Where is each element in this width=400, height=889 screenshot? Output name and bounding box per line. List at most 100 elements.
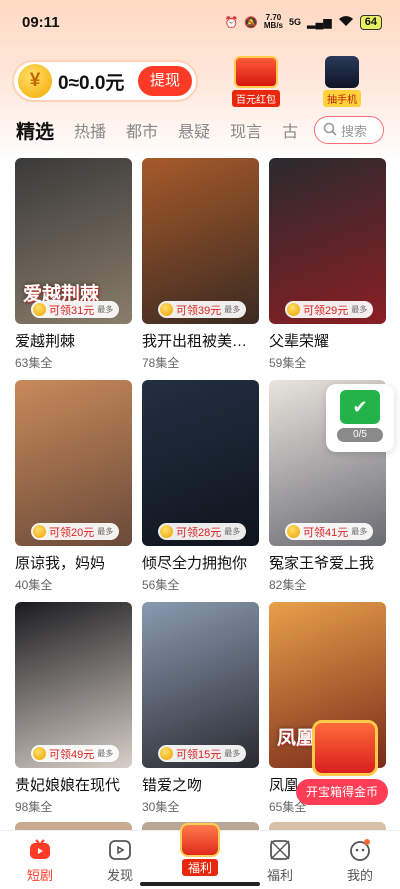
tab-urban[interactable]: 都市: [126, 118, 158, 142]
reward-badge: 可领39元 最多: [158, 301, 247, 318]
nav-label: 福利: [266, 868, 293, 883]
reward-badge: 可领20元 最多: [31, 523, 120, 540]
bottom-navigation: 短剧 发现 福利 福利 我的: [0, 823, 400, 889]
tab-hot[interactable]: 热播: [74, 118, 106, 142]
drama-cover[interactable]: 可领28元 最多: [142, 380, 259, 546]
coin-icon: [287, 525, 300, 538]
promo-phone[interactable]: 抽手机: [310, 56, 374, 108]
episode-count: 59集全: [269, 356, 307, 370]
coin-icon: [160, 525, 173, 538]
drama-title[interactable]: 错爱之吻: [142, 774, 259, 795]
reward-text: 可领39元: [176, 304, 222, 317]
drama-title[interactable]: 爱越荆棘: [15, 330, 132, 351]
drama-cover[interactable]: 可领49元 最多: [15, 602, 132, 768]
drama-cover[interactable]: 可领39元 最多: [142, 158, 259, 324]
status-bar: 09:11 ⏰ 🔕 7.70 MB/s 5G ▂▄▆ 64: [0, 0, 400, 44]
reward-tag: 最多: [224, 749, 241, 758]
welfare-envelope-icon: [180, 823, 220, 857]
coin-icon: [160, 303, 173, 316]
coin-icon: [33, 747, 46, 760]
reward-badge: 可领15元 最多: [158, 745, 247, 762]
promo-red-envelope[interactable]: 百元红包: [224, 56, 288, 108]
reward-tag: 最多: [351, 305, 368, 314]
nav-label: 发现: [106, 868, 133, 883]
status-icons: ⏰ 🔕 7.70 MB/s 5G ▂▄▆ 64: [224, 14, 382, 30]
drama-card[interactable]: 爱越荆棘 可领31元 最多爱越荆棘 63集全: [15, 158, 132, 380]
reward-tag: 最多: [224, 527, 241, 536]
drama-cover[interactable]: 可领20元 最多: [15, 380, 132, 546]
wifi-icon: [338, 15, 354, 30]
episode-count: 40集全: [15, 578, 53, 592]
drama-title[interactable]: 父辈荣耀: [269, 330, 386, 351]
drama-cover[interactable]: 可领29元 最多: [269, 158, 386, 324]
search-input[interactable]: 搜索: [314, 116, 384, 144]
search-placeholder: 搜索: [341, 123, 368, 139]
gift-icon: [267, 837, 293, 863]
nav-welfare[interactable]: 福利: [240, 831, 320, 889]
reward-badge: 可领29元 最多: [285, 301, 374, 318]
coin-icon: [33, 303, 46, 316]
wallet-amount: 0≈0.0元: [58, 72, 125, 94]
reward-badge: 可领28元 最多: [158, 523, 247, 540]
short-drama-icon: [27, 837, 53, 863]
drama-card[interactable]: 可领20元 最多原谅我，妈妈 40集全: [15, 380, 132, 602]
battery-indicator: 64: [359, 14, 382, 30]
coin-icon: [160, 747, 173, 760]
reward-text: 可领31元: [49, 304, 95, 317]
reward-text: 可领41元: [303, 526, 349, 539]
profile-icon: [347, 837, 373, 863]
drama-title[interactable]: 倾尽全力拥抱你: [142, 552, 259, 573]
nav-welfare-center[interactable]: 福利: [160, 823, 240, 889]
nav-profile[interactable]: 我的: [320, 831, 400, 889]
episode-count: 63集全: [15, 356, 53, 370]
withdraw-button[interactable]: 提现: [138, 66, 192, 96]
tab-suspense[interactable]: 悬疑: [178, 118, 210, 142]
reward-tag: 最多: [224, 305, 241, 314]
status-time: 09:11: [22, 13, 60, 31]
home-indicator: [140, 882, 260, 886]
tab-featured[interactable]: 精选: [16, 117, 54, 144]
drama-cover[interactable]: 可领15元 最多: [142, 602, 259, 768]
signal-icon: ▂▄▆: [307, 16, 332, 29]
wallet-pill[interactable]: ¥ 0≈0.0元 提现: [12, 60, 198, 102]
nav-label: 我的: [346, 868, 373, 883]
coin-icon: [33, 525, 46, 538]
drama-title[interactable]: 我开出租被美…: [142, 330, 259, 351]
nav-discover[interactable]: 发现: [80, 831, 160, 889]
reward-text: 可领20元: [49, 526, 95, 539]
reward-tag: 最多: [351, 527, 368, 536]
tab-ancient[interactable]: 古: [282, 118, 298, 142]
episode-count: 82集全: [269, 578, 307, 592]
reward-text: 可领28元: [176, 526, 222, 539]
alarm-icon: ⏰: [224, 16, 239, 29]
reward-tag: 最多: [97, 749, 114, 758]
promo-label: 抽手机: [323, 90, 361, 107]
drama-cover[interactable]: 爱越荆棘 可领31元 最多: [15, 158, 132, 324]
reward-badge: 可领31元 最多: [31, 301, 120, 318]
category-tabs: 精选 热播 都市 悬疑 现言 古: [0, 114, 310, 146]
task-progress: 0/5: [337, 428, 383, 442]
drama-card[interactable]: 可领49元 最多 贵妃娘娘在现代 98集全: [15, 602, 132, 824]
tab-modern-romance[interactable]: 现言: [230, 118, 262, 142]
nav-short-drama[interactable]: 短剧: [0, 831, 80, 889]
floating-task-widget[interactable]: ✔ 0/5: [326, 384, 394, 452]
reward-tag: 最多: [97, 305, 114, 314]
episode-count: 56集全: [142, 578, 180, 592]
reward-badge: 可领41元 最多: [285, 523, 374, 540]
drama-card[interactable]: 可领29元 最多父辈荣耀 59集全: [269, 158, 386, 380]
nav-label: 短剧: [26, 868, 53, 883]
check-envelope-icon: ✔: [340, 390, 380, 424]
nav-label: 福利: [181, 859, 218, 876]
drama-card[interactable]: 可领39元 最多 我开出租被美… 78集全: [142, 158, 259, 380]
treasure-chest-icon[interactable]: [312, 720, 378, 776]
red-envelope-icon: [234, 56, 278, 88]
phone-icon: [325, 56, 359, 88]
drama-title[interactable]: 原谅我，妈妈: [15, 552, 132, 573]
net-speed-unit: MB/s: [263, 21, 284, 30]
open-treasure-button[interactable]: 开宝箱得金币: [296, 779, 388, 805]
drama-card[interactable]: 可领28元 最多倾尽全力拥抱你 56集全: [142, 380, 259, 602]
drama-title[interactable]: 冤家王爷爱上我: [269, 552, 386, 573]
reward-text: 可领49元: [49, 748, 95, 761]
drama-title[interactable]: 贵妃娘娘在现代: [15, 774, 132, 795]
drama-card[interactable]: 可领15元 最多 错爱之吻 30集全: [142, 602, 259, 824]
